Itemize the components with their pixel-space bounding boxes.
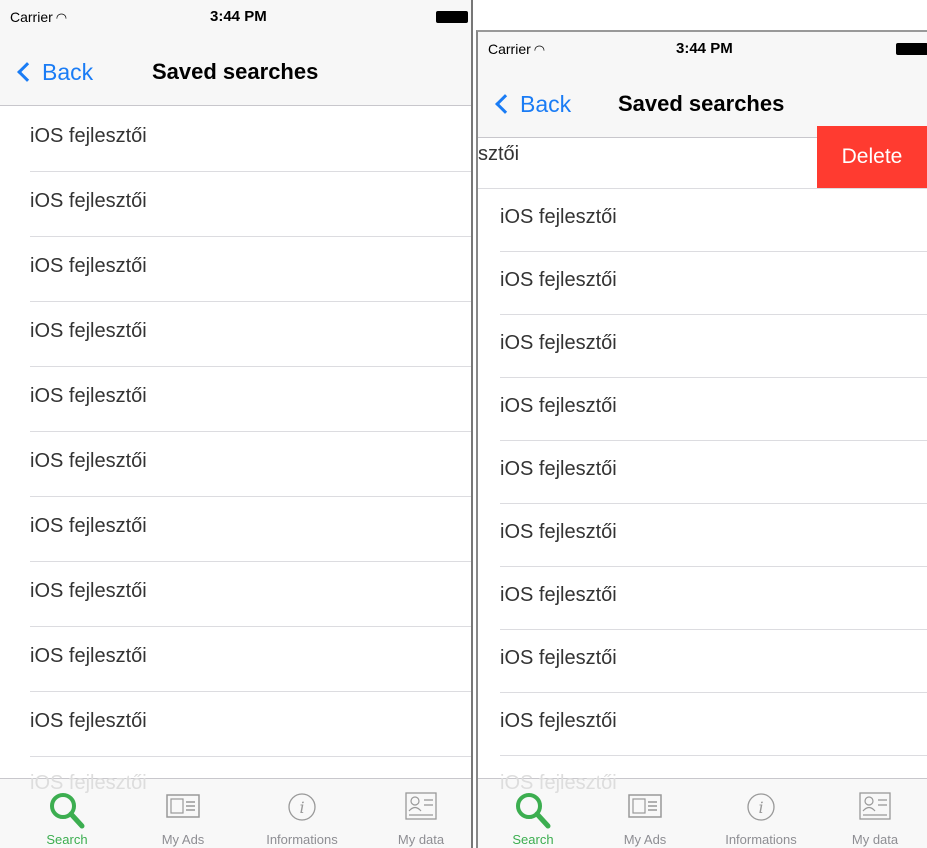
list-item[interactable]: iOS fejlesztői xyxy=(0,627,471,692)
tab-bar: iOS fejlesztői Search My Ads i Informati… xyxy=(478,772,927,848)
tab-my-ads[interactable]: My Ads xyxy=(590,779,700,848)
tab-label: My data xyxy=(397,832,445,847)
tab-search[interactable]: Search xyxy=(12,779,122,848)
delete-button[interactable]: Delete xyxy=(817,126,927,188)
list-item[interactable]: iOS fejlesztői xyxy=(478,189,927,252)
status-time: 3:44 PM xyxy=(676,40,733,57)
list-item[interactable]: iOS fejlesztői xyxy=(478,441,927,504)
list-item[interactable]: iOS fejlesztői xyxy=(478,567,927,630)
list-item-label: iOS fejlesztői xyxy=(500,647,617,669)
list-item[interactable]: iOS fejlesztői xyxy=(478,693,927,756)
tab-bar: iOS fejlesztői Search My Ads i Informati… xyxy=(0,772,471,848)
list-item[interactable]: iOS fejlesztői xyxy=(478,252,927,315)
tab-informations[interactable]: i Informations xyxy=(247,779,357,848)
back-button[interactable]: Back xyxy=(492,89,571,119)
tab-informations[interactable]: i Informations xyxy=(706,779,816,848)
list-item-label: iOS fejlesztői xyxy=(500,332,617,354)
row-separator xyxy=(500,755,927,756)
list-item-label: iOS fejlesztői xyxy=(500,584,617,606)
list-item[interactable]: iOS fejlesztői xyxy=(0,302,471,367)
svg-text:i: i xyxy=(758,798,763,817)
list-item-label: iOS fejlesztői xyxy=(30,515,147,537)
tab-label: My data xyxy=(851,832,899,847)
list-item-label: iOS fejlesztői xyxy=(500,269,617,291)
id-card-icon xyxy=(405,792,437,820)
tab-label: Search xyxy=(46,832,88,847)
wifi-icon: ◠ xyxy=(533,42,546,57)
tab-label: Informations xyxy=(266,832,338,847)
list-item[interactable]: iOS fejlesztői xyxy=(478,378,927,441)
tab-label: My Ads xyxy=(623,832,667,847)
list-item-label: iOS fejlesztői xyxy=(500,395,617,417)
info-icon: i xyxy=(288,793,316,821)
battery-icon xyxy=(896,43,927,55)
tab-label: Informations xyxy=(725,832,797,847)
list-item-label: iOS fejlesztői xyxy=(30,190,147,212)
tab-label: Search xyxy=(512,832,554,847)
list-item[interactable]: iOS fejlesztői xyxy=(0,432,471,497)
saved-searches-list: iOS fejlesztői iOS fejlesztői iOS fejles… xyxy=(0,107,471,757)
tab-my-ads[interactable]: My Ads xyxy=(128,779,238,848)
list-item[interactable]: iOS fejlesztői xyxy=(0,692,471,757)
saved-searches-list: sztői Delete iOS fejlesztői iOS fejleszt… xyxy=(478,126,927,756)
list-item-label: iOS fejlesztői xyxy=(500,206,617,228)
tab-label: My Ads xyxy=(161,832,205,847)
status-bar: Carrier ◠ 3:44 PM xyxy=(0,0,471,36)
list-item[interactable]: iOS fejlesztői xyxy=(0,107,471,172)
list-item-label: iOS fejlesztői xyxy=(30,580,147,602)
list-item[interactable]: iOS fejlesztői xyxy=(0,172,471,237)
svg-text:i: i xyxy=(299,798,304,817)
list-item[interactable]: iOS fejlesztői xyxy=(0,497,471,562)
list-item-label: iOS fejlesztői xyxy=(30,645,147,667)
list-item[interactable]: iOS fejlesztői xyxy=(478,630,927,693)
id-card-icon xyxy=(859,792,891,820)
list-item-label: iOS fejlesztői xyxy=(30,385,147,407)
list-item-label: sztői xyxy=(478,143,520,165)
ads-icon xyxy=(166,794,200,818)
list-item[interactable]: iOS fejlesztői xyxy=(478,504,927,567)
status-bar: Carrier ◠ 3:44 PM xyxy=(478,32,927,68)
magnifier-icon xyxy=(50,793,85,829)
back-label: Back xyxy=(42,58,94,85)
row-separator xyxy=(30,756,471,757)
list-item-label: iOS fejlesztői xyxy=(30,710,147,732)
page-title: Saved searches xyxy=(618,91,785,116)
list-item[interactable]: iOS fejlesztői xyxy=(0,237,471,302)
list-item-label: iOS fejlesztői xyxy=(30,320,147,342)
info-icon: i xyxy=(747,793,775,821)
ads-icon xyxy=(628,794,662,818)
status-time: 3:44 PM xyxy=(210,8,267,25)
battery-icon xyxy=(436,11,468,23)
tab-my-data[interactable]: My data xyxy=(366,779,471,848)
list-item-label: iOS fejlesztői xyxy=(500,521,617,543)
carrier-label: Carrier ◠ xyxy=(10,9,68,25)
list-item-label: iOS fejlesztői xyxy=(500,710,617,732)
carrier-label: Carrier ◠ xyxy=(488,41,546,57)
list-item-label: iOS fejlesztői xyxy=(30,125,147,147)
chevron-left-icon xyxy=(495,94,515,114)
left-screen: Carrier ◠ 3:44 PM Back Saved searches iOS… xyxy=(0,0,473,848)
chevron-left-icon xyxy=(17,62,37,82)
wifi-icon: ◠ xyxy=(55,10,68,25)
list-item-label: iOS fejlesztői xyxy=(30,255,147,277)
list-item[interactable]: iOS fejlesztői xyxy=(0,367,471,432)
navigation-bar: Back Saved searches xyxy=(0,36,471,106)
back-button[interactable]: Back xyxy=(14,57,93,87)
list-item-label: iOS fejlesztői xyxy=(30,450,147,472)
tab-search[interactable]: Search xyxy=(478,779,588,848)
swiped-list-item[interactable]: sztői Delete xyxy=(478,126,927,189)
list-item[interactable]: iOS fejlesztői xyxy=(478,315,927,378)
page-title: Saved searches xyxy=(152,59,319,84)
right-screen: Carrier ◠ 3:44 PM Back Saved searches szt… xyxy=(476,30,927,848)
back-label: Back xyxy=(520,90,572,117)
list-item-label: iOS fejlesztői xyxy=(500,458,617,480)
tab-my-data[interactable]: My data xyxy=(820,779,927,848)
list-item[interactable]: iOS fejlesztői xyxy=(0,562,471,627)
magnifier-icon xyxy=(516,793,551,829)
